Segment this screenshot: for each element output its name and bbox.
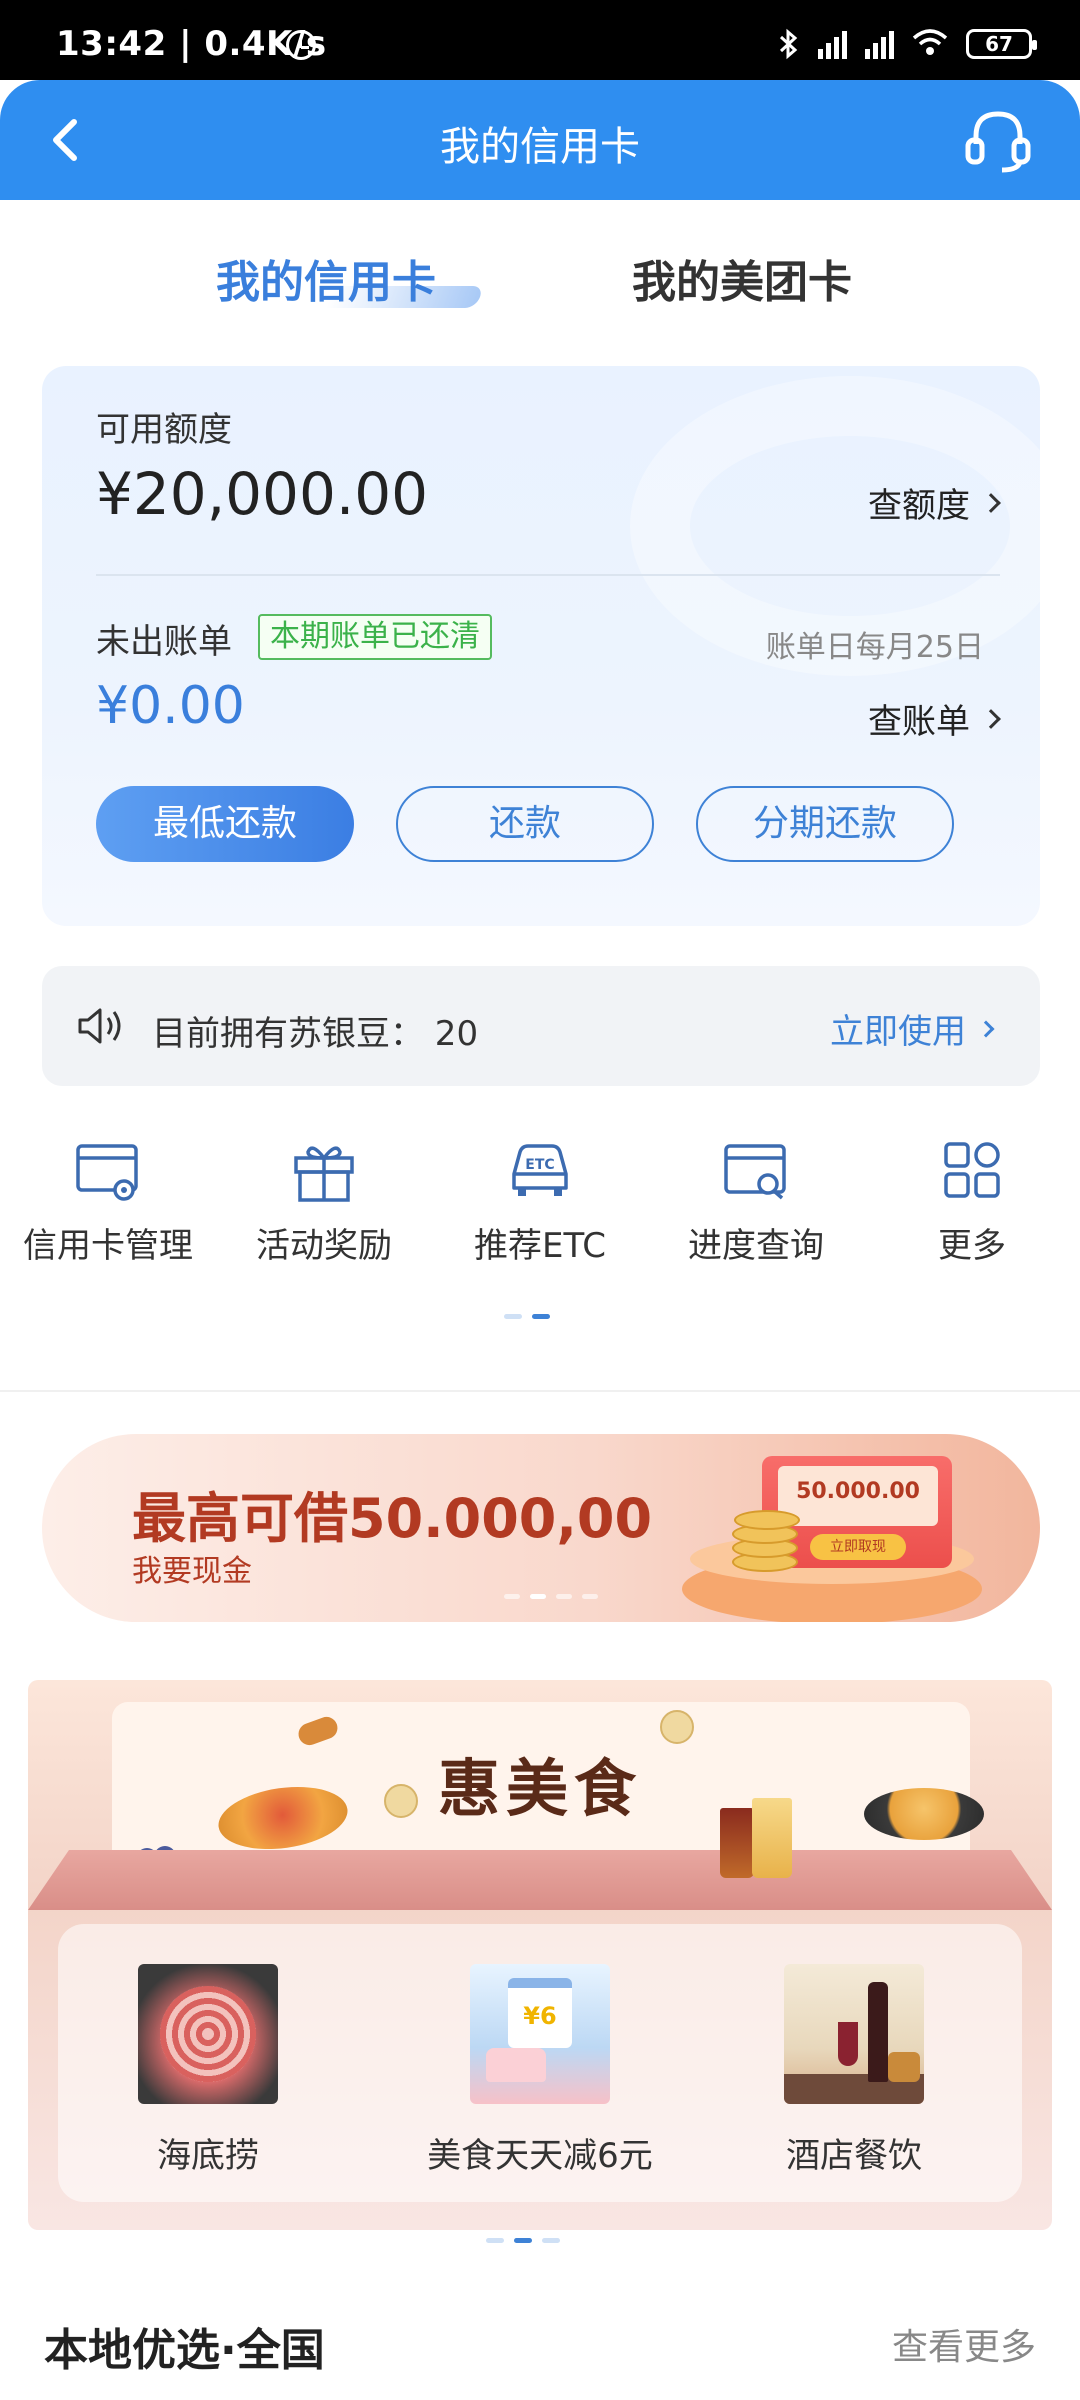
page-dot — [504, 1314, 522, 1319]
quick-action-card-management[interactable]: 信用卡管理 — [0, 1130, 216, 1267]
customer-service-icon[interactable] — [962, 106, 1034, 176]
page-dot-active — [532, 1314, 550, 1319]
food-item-haidilao[interactable]: 海底捞 — [58, 1924, 358, 2177]
section-divider — [0, 1390, 1080, 1392]
minimum-payment-button[interactable]: 最低还款 — [96, 786, 354, 862]
quick-action-more[interactable]: 更多 — [864, 1130, 1080, 1267]
food-item-image — [784, 1964, 924, 2104]
card-divider — [96, 574, 1000, 576]
view-limit-label: 查额度 — [868, 486, 970, 526]
quick-action-rewards[interactable]: 活动奖励 — [216, 1130, 432, 1267]
pan-dish-graphic — [864, 1788, 984, 1840]
bluetooth-icon — [778, 28, 800, 60]
card-tabs: 我的信用卡 我的美团卡 — [0, 230, 1080, 310]
view-more-link[interactable]: 查看更多 — [892, 2318, 1036, 2370]
cash-loan-banner[interactable]: 最高可借50.000,00 我要现金 50.000.00 立即取现 — [42, 1434, 1040, 1622]
page-dot — [486, 2238, 504, 2243]
loan-title: 最高可借50.000,00 — [132, 1487, 653, 1550]
drink-graphic — [720, 1808, 754, 1878]
food-deals-section: 惠美食 海底捞 ¥6 美食天天减6元 酒店餐饮 — [28, 1680, 1052, 2230]
coin-graphic — [660, 1710, 694, 1744]
app-header: 我的信用卡 — [0, 80, 1080, 200]
tab-my-meituan-card[interactable]: 我的美团卡 — [632, 246, 852, 310]
quick-action-label: 更多 — [938, 1226, 1006, 1266]
food-item-image — [138, 1964, 278, 2104]
chevron-right-icon — [981, 708, 1001, 729]
food-item-label: 酒店餐饮 — [786, 2136, 922, 2176]
paid-status-badge: 本期账单已还清 — [258, 614, 492, 660]
page-dot-active — [514, 2238, 532, 2243]
food-items-panel: 海底捞 ¥6 美食天天减6元 酒店餐饮 — [58, 1924, 1022, 2202]
bill-day-text: 账单日每月25日 — [765, 630, 984, 665]
quick-action-label: 信用卡管理 — [23, 1226, 193, 1266]
page-dot — [504, 1594, 520, 1599]
cake-graphic — [486, 2048, 546, 2082]
speaker-icon — [76, 1004, 124, 1048]
pancake-graphic — [888, 2052, 920, 2082]
wine-bottle-graphic — [868, 1982, 888, 2082]
etc-car-icon: ETC — [512, 1144, 568, 1196]
calendar-graphic: ¥6 — [508, 1978, 572, 2048]
loan-subtitle: 我要现金 — [132, 1554, 252, 1589]
page-dot — [582, 1594, 598, 1599]
coin-graphic — [734, 1510, 800, 1530]
banner-page-indicator — [504, 1594, 598, 1599]
view-bill-label: 查账单 — [868, 702, 970, 742]
battery-level: 67 — [985, 32, 1013, 56]
unbilled-amount: ¥0.00 — [96, 676, 245, 736]
quick-action-label: 推荐ETC — [474, 1226, 606, 1266]
unbilled-label: 未出账单 — [96, 622, 232, 662]
battery-icon: 67 — [966, 29, 1037, 59]
coin-graphic — [384, 1784, 418, 1818]
food-item-daily-discount[interactable]: ¥6 美食天天减6元 — [390, 1924, 690, 2177]
use-now-link[interactable]: 立即使用 — [830, 1004, 995, 1053]
alarm-icon — [286, 30, 316, 60]
view-limit-link[interactable]: 查额度 — [868, 478, 1001, 527]
page-dot — [542, 2238, 560, 2243]
local-section-title: 本地优选·全国 — [44, 2325, 325, 2376]
quick-action-label: 进度查询 — [688, 1226, 824, 1266]
page-title: 我的信用卡 — [440, 124, 640, 170]
status-bar: 13:42 | 0.4K/s 67 — [0, 0, 1080, 80]
chevron-right-icon — [981, 492, 1001, 513]
progress-search-icon — [724, 1144, 786, 1200]
chevron-right-icon — [977, 1020, 995, 1037]
quick-action-label: 活动奖励 — [256, 1226, 392, 1266]
wine-glass-graphic — [838, 2022, 858, 2066]
envelope-button: 立即取现 — [810, 1534, 906, 1560]
card-settings-icon — [76, 1144, 138, 1201]
tab-my-credit-card[interactable]: 我的信用卡 — [216, 246, 436, 310]
quick-actions-page-indicator — [504, 1314, 550, 1319]
gift-icon — [294, 1146, 354, 1202]
svg-text:ETC: ETC — [525, 1157, 554, 1173]
food-item-label: 美食天天减6元 — [427, 2136, 653, 2176]
use-now-label: 立即使用 — [830, 1012, 966, 1052]
food-item-label: 海底捞 — [157, 2136, 259, 2176]
quick-action-progress[interactable]: 进度查询 — [648, 1130, 864, 1267]
repay-button[interactable]: 还款 — [396, 786, 654, 862]
more-grid-icon — [944, 1142, 1000, 1198]
available-limit-label: 可用额度 — [96, 410, 232, 450]
beans-balance-text: 目前拥有苏银豆： 20 — [152, 1014, 479, 1054]
available-limit-amount: ¥20,000.00 — [96, 460, 429, 528]
drink-graphic — [752, 1798, 792, 1878]
installment-repay-button[interactable]: 分期还款 — [696, 786, 954, 862]
status-icons: 67 — [778, 28, 1037, 60]
food-item-image: ¥6 — [470, 1964, 610, 2104]
wifi-icon — [912, 28, 948, 60]
signal-icon-2 — [865, 29, 894, 59]
envelope-amount: 50.000.00 — [778, 1466, 938, 1526]
view-bill-link[interactable]: 查账单 — [868, 694, 1001, 743]
banner-table — [28, 1850, 1052, 1910]
suyin-beans-bar[interactable]: 目前拥有苏银豆： 20 立即使用 — [42, 966, 1040, 1086]
food-item-hotel-dining[interactable]: 酒店餐饮 — [704, 1924, 1004, 2177]
page-dot — [556, 1594, 572, 1599]
page-dot-active — [530, 1594, 546, 1599]
signal-icon — [818, 29, 847, 59]
credit-card-summary: 可用额度 ¥20,000.00 查额度 未出账单 本期账单已还清 账单日每月25… — [42, 366, 1040, 926]
quick-action-etc[interactable]: ETC 推荐ETC — [432, 1130, 648, 1267]
quick-actions: 信用卡管理 活动奖励 ETC 推荐ETC 进度查询 更多 — [0, 1130, 1080, 1290]
food-page-indicator — [486, 2238, 560, 2243]
